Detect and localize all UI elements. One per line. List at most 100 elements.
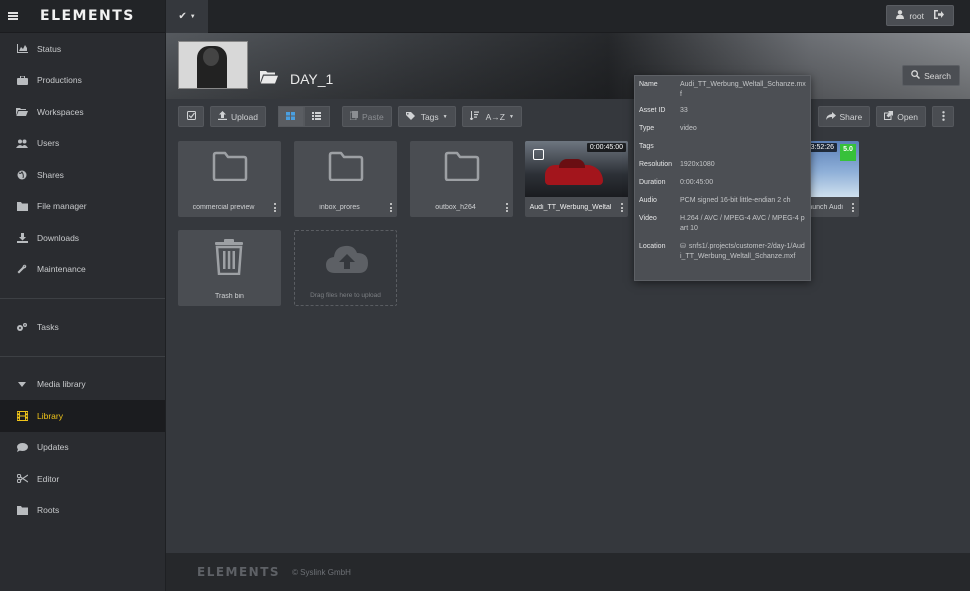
footer-logo: ELEMENTS <box>197 565 281 579</box>
paste-button-label: Paste <box>361 111 384 122</box>
tile-menu-icon[interactable] <box>620 203 624 212</box>
footer-copyright: © Syslink GmbH <box>292 567 351 577</box>
sidebar-item-label: Productions <box>37 75 82 86</box>
selection-dropdown-button[interactable]: ✔ ▼ <box>166 0 208 33</box>
sidebar-divider <box>0 298 165 299</box>
user-menu-button[interactable]: root <box>886 5 954 26</box>
sidebar-item-downloads[interactable]: Downloads <box>0 222 165 254</box>
check-icon: ✔ <box>178 11 187 22</box>
tile-menu-icon[interactable] <box>851 203 855 212</box>
sidebar-item-productions[interactable]: Productions <box>0 65 165 97</box>
logout-icon[interactable] <box>934 10 944 21</box>
folder-open-icon <box>16 107 28 117</box>
info-value: 1920x1080 <box>680 161 715 168</box>
info-key: Type <box>639 125 655 132</box>
sidebar-item-label: Media library <box>37 379 86 390</box>
info-row-video: Video H.264 / AVC / MPEG-4 AVC / MPEG-4 … <box>639 214 806 234</box>
tile-menu-icon[interactable] <box>273 203 277 212</box>
grid-icon <box>286 111 296 122</box>
paste-button[interactable]: Paste <box>341 106 392 127</box>
share-icon <box>825 111 836 122</box>
trash-tile[interactable]: Trash bin <box>178 230 281 306</box>
select-all-button[interactable] <box>178 106 204 127</box>
sidebar-item-updates[interactable]: Updates <box>0 432 165 464</box>
sidebar-item-editor[interactable]: Editor <box>0 463 165 495</box>
sidebar-item-label: File manager <box>37 201 87 212</box>
app-logo[interactable]: ELEMENTS <box>40 8 135 24</box>
trash-icon <box>214 239 250 276</box>
sidebar-item-users[interactable]: Users <box>0 128 165 160</box>
car-image <box>545 159 603 185</box>
folder-icon <box>212 151 248 182</box>
sidebar-item-shares[interactable]: Shares <box>0 159 165 191</box>
info-row-duration: Duration 0:00:45:00 <box>639 178 806 188</box>
folder-tile[interactable]: inbox_prores <box>294 141 397 217</box>
upload-button-label: Upload <box>231 111 258 122</box>
caret-down-icon: ▼ <box>508 113 514 120</box>
sidebar-item-file-manager[interactable]: File manager <box>0 191 165 223</box>
sidebar-item-label: Editor <box>37 473 60 484</box>
scissors-icon <box>16 474 28 484</box>
wrench-icon <box>16 264 28 274</box>
tile-menu-icon[interactable] <box>505 203 509 212</box>
sidebar-item-label: Roots <box>37 505 60 516</box>
chart-icon <box>16 44 28 54</box>
hamburger-menu-icon[interactable] <box>8 12 18 20</box>
grid-view-button[interactable] <box>277 106 304 127</box>
folder-open-icon <box>260 70 278 87</box>
sidebar-item-media-library[interactable]: Media library <box>0 369 165 401</box>
select-checkbox[interactable] <box>533 149 544 160</box>
toolbar-right: Share Open <box>817 106 954 127</box>
upload-icon <box>218 111 227 122</box>
cloud-upload-icon <box>325 243 369 277</box>
info-row-tags: Tags <box>639 142 806 152</box>
sidebar-item-label: Maintenance <box>37 264 86 275</box>
sidebar-item-library[interactable]: Library <box>0 400 165 432</box>
sidebar-item-roots[interactable]: Roots <box>0 495 165 527</box>
upload-button[interactable]: Upload <box>210 106 266 127</box>
globe-icon <box>16 170 28 180</box>
sidebar-header: ELEMENTS <box>0 0 165 33</box>
sidebar-item-label: Library <box>37 410 63 421</box>
info-value: video <box>680 125 697 132</box>
sidebar-item-tasks[interactable]: Tasks <box>0 311 165 343</box>
sidebar-item-workspaces[interactable]: Workspaces <box>0 96 165 128</box>
caret-down-icon: ▼ <box>442 113 448 120</box>
folder-title: DAY_1 <box>260 70 333 87</box>
tile-label: outbox_h264 <box>435 204 476 211</box>
video-tile[interactable]: 0:00:45:00 Audi_TT_Werbung_Weltal <box>525 141 628 217</box>
folder-icon <box>444 151 480 182</box>
tags-dropdown-button[interactable]: Tags ▼ <box>397 106 456 127</box>
sidebar-item-maintenance[interactable]: Maintenance <box>0 254 165 286</box>
paste-icon <box>349 111 358 122</box>
more-options-button[interactable] <box>932 106 954 127</box>
search-button[interactable]: Search <box>902 65 960 86</box>
sidebar-item-status[interactable]: Status <box>0 33 165 65</box>
info-value: PCM signed 16-bit little-endian 2 ch <box>680 197 791 204</box>
page-title: DAY_1 <box>290 70 334 87</box>
folder-tile[interactable]: outbox_h264 <box>410 141 513 217</box>
toolbar: Upload Paste Tags ▼ A→Z ▼ <box>178 106 522 127</box>
cogs-icon <box>16 322 28 332</box>
share-button-label: Share <box>839 111 863 122</box>
tile-label: Trash bin <box>215 293 244 300</box>
info-row-location: Location ⛁ snfs1/.projects/customer-2/day… <box>639 242 806 262</box>
list-icon <box>312 111 322 122</box>
video-duration: 0:00:45:00 <box>586 143 626 152</box>
share-button[interactable]: Share <box>817 106 871 127</box>
search-button-label: Search <box>924 70 951 81</box>
upload-dropzone[interactable]: Drag files here to upload <box>294 230 397 306</box>
tile-menu-icon[interactable] <box>389 203 393 212</box>
folder-tile[interactable]: commercial preview <box>178 141 281 217</box>
caret-down-icon <box>16 381 28 387</box>
sidebar-item-label: Updates <box>37 442 69 453</box>
sort-button-label: A→Z <box>485 111 505 122</box>
tile-label: commercial preview <box>192 204 255 211</box>
sidebar-divider <box>0 355 165 357</box>
info-row-audio: Audio PCM signed 16-bit little-endian 2 … <box>639 196 806 206</box>
open-button[interactable]: Open <box>876 106 926 127</box>
list-view-button[interactable] <box>303 106 330 127</box>
sort-dropdown-button[interactable]: A→Z ▼ <box>461 106 522 127</box>
sidebar-item-label: Tasks <box>37 321 59 332</box>
briefcase-icon <box>16 75 28 85</box>
